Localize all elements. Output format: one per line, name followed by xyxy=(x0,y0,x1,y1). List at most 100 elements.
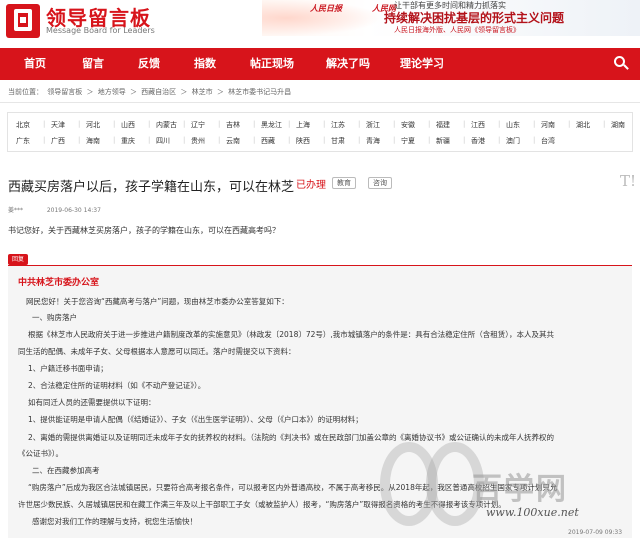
banner-logo-renmin-ribao: 人民日报 xyxy=(310,4,342,13)
reply-paragraph: 2、合法稳定住所的证明材料（如《不动产登记证》）。 xyxy=(28,381,206,390)
main-nav: 首页 留言 反馈 指数 帖正现场 解决了吗 理论学习 xyxy=(0,48,640,80)
post-question: 书记您好，关于西藏林芝买房落户，孩子的学籍在山东，可以在西藏高考吗？ xyxy=(8,226,280,235)
reply-paragraph: 网民您好！关于您咨询“西藏高考与落户”问题，现由林芝市委办公室答复如下： xyxy=(26,297,289,306)
nav-item-index[interactable]: 指数 xyxy=(194,48,216,80)
reply-office: 中共林芝市委办公室 xyxy=(18,278,100,288)
search-icon[interactable] xyxy=(614,56,630,72)
banner-line3: 人民日报海外版、人民网《领导留言板》 xyxy=(394,26,520,34)
region-separator: | xyxy=(463,136,466,144)
region-link[interactable]: 黑龙江 xyxy=(261,120,282,130)
breadcrumb-link-local[interactable]: 地方领导 xyxy=(98,88,126,96)
region-separator: | xyxy=(603,120,606,128)
region-separator: | xyxy=(148,136,151,144)
region-link[interactable]: 江西 xyxy=(471,120,485,130)
post-date: 2019-06-30 14:37 xyxy=(46,207,101,214)
breadcrumb-sep: ＞ xyxy=(180,88,188,96)
region-link[interactable]: 宁夏 xyxy=(401,136,415,146)
region-link[interactable]: 贵州 xyxy=(191,136,205,146)
region-link[interactable]: 台湾 xyxy=(541,136,555,146)
region-link[interactable]: 河南 xyxy=(541,120,555,130)
breadcrumb-label: 当前位置： xyxy=(8,88,43,96)
region-separator: | xyxy=(43,136,46,144)
region-separator: | xyxy=(323,136,326,144)
region-link[interactable]: 广西 xyxy=(51,136,65,146)
region-link[interactable]: 湖北 xyxy=(576,120,590,130)
reply-paragraph: 如有同迁人员的还需要提供以下证明： xyxy=(28,398,156,407)
region-separator: | xyxy=(358,136,361,144)
region-link[interactable]: 河北 xyxy=(86,120,100,130)
region-link[interactable]: 甘肃 xyxy=(331,136,345,146)
region-separator: | xyxy=(358,120,361,128)
top-banner[interactable]: 人民日报 人民网 让干部有更多时间和精力抓落实 持续解决困扰基层的形式主义问题 … xyxy=(262,0,640,36)
reply-paragraph: 1、提供能证明是申请人配偶（《结婚证》）、子女（《出生医学证明》）、父母（《户口… xyxy=(28,415,363,424)
region-link[interactable]: 江苏 xyxy=(331,120,345,130)
region-separator: | xyxy=(253,136,256,144)
region-selector: 北京 | 天津 | 河北 | 山西 | 内蒙古 | 辽宁 | 吉林 | 黑龙江 | 上海 | 江苏 | 浙江 | 安徽 | 福建… xyxy=(7,112,633,152)
region-link[interactable]: 内蒙古 xyxy=(156,120,177,130)
region-link[interactable]: 浙江 xyxy=(366,120,380,130)
breadcrumb-current[interactable]: 林芝市委书记马升昌 xyxy=(228,88,291,96)
nav-item-message[interactable]: 留言 xyxy=(82,48,104,80)
region-link[interactable]: 天津 xyxy=(51,120,65,130)
breadcrumb-link-board[interactable]: 领导留言板 xyxy=(47,88,82,96)
region-separator: | xyxy=(113,120,116,128)
tag-consult[interactable]: 咨询 xyxy=(368,177,392,189)
region-link[interactable]: 海南 xyxy=(86,136,100,146)
region-separator: | xyxy=(428,136,431,144)
tag-education[interactable]: 教育 xyxy=(332,177,356,189)
region-separator: | xyxy=(568,120,571,128)
site-subtitle: Message Board for Leaders xyxy=(46,26,155,35)
region-separator: | xyxy=(183,136,186,144)
reply-paragraph: 根据《林芝市人民政府关于进一步推进户籍制度改革的实施意见》（林政发〔2018〕7… xyxy=(28,330,555,339)
site-logo-icon[interactable] xyxy=(6,4,40,38)
reply-heading-2: 二、在西藏参加高考 xyxy=(32,466,100,475)
nav-item-feedback[interactable]: 反馈 xyxy=(138,48,160,80)
reply-paragraph: 1、户籍迁移书面申请； xyxy=(28,364,108,373)
region-link[interactable]: 辽宁 xyxy=(191,120,205,130)
breadcrumb: 当前位置： 领导留言板 ＞ 地方领导 ＞ 西藏自治区 ＞ 林芝市 ＞ 林芝市委书… xyxy=(8,87,293,99)
nav-item-home[interactable]: 首页 xyxy=(24,48,46,80)
nav-item-scene[interactable]: 帖正现场 xyxy=(250,48,294,80)
region-link[interactable]: 重庆 xyxy=(121,136,135,146)
region-link[interactable]: 湖南 xyxy=(611,120,625,130)
region-separator: | xyxy=(288,136,291,144)
region-link[interactable]: 广东 xyxy=(16,136,30,146)
breadcrumb-link-linzhi[interactable]: 林芝市 xyxy=(192,88,213,96)
region-row-1: 北京 | 天津 | 河北 | 山西 | 内蒙古 | 辽宁 | 吉林 | 黑龙江 | 上海 | 江苏 | 浙江 | 安徽 | 福建… xyxy=(8,118,634,134)
region-link[interactable]: 福建 xyxy=(436,120,450,130)
breadcrumb-sep: ＞ xyxy=(216,88,224,96)
nav-item-theory[interactable]: 理论学习 xyxy=(400,48,444,80)
region-link[interactable]: 四川 xyxy=(156,136,170,146)
post-title: 西藏买房落户以后，孩子学籍在山东，可以在林芝 xyxy=(8,180,295,195)
region-link[interactable]: 安徽 xyxy=(401,120,415,130)
region-link[interactable]: 山东 xyxy=(506,120,520,130)
region-separator: | xyxy=(533,120,536,128)
breadcrumb-sep: ＞ xyxy=(129,88,137,96)
region-link[interactable]: 山西 xyxy=(121,120,135,130)
region-separator: | xyxy=(498,120,501,128)
reply-heading-1: 一、购房落户 xyxy=(32,313,77,322)
reply-paragraph: 《公证书》）。 xyxy=(18,449,63,458)
region-separator: | xyxy=(288,120,291,128)
region-separator: | xyxy=(253,120,256,128)
region-link[interactable]: 香港 xyxy=(471,136,485,146)
region-separator: | xyxy=(78,120,81,128)
watermark-text: 百学网 xyxy=(472,472,568,507)
region-link[interactable]: 澳门 xyxy=(506,136,520,146)
nav-item-solved[interactable]: 解决了吗 xyxy=(326,48,370,80)
breadcrumb-link-tibet[interactable]: 西藏自治区 xyxy=(141,88,176,96)
region-link[interactable]: 陕西 xyxy=(296,136,310,146)
region-link[interactable]: 西藏 xyxy=(261,136,275,146)
region-link[interactable]: 云南 xyxy=(226,136,240,146)
post-author: 姜*** xyxy=(8,207,24,214)
corner-mark: T! xyxy=(620,172,637,190)
region-link[interactable]: 上海 xyxy=(296,120,310,130)
region-separator: | xyxy=(113,136,116,144)
region-link[interactable]: 北京 xyxy=(16,120,30,130)
region-link[interactable]: 青海 xyxy=(366,136,380,146)
region-separator: | xyxy=(218,120,221,128)
region-link[interactable]: 新疆 xyxy=(436,136,450,146)
reply-tab: 回复 xyxy=(8,254,29,265)
region-separator: | xyxy=(533,136,536,144)
region-link[interactable]: 吉林 xyxy=(226,120,240,130)
